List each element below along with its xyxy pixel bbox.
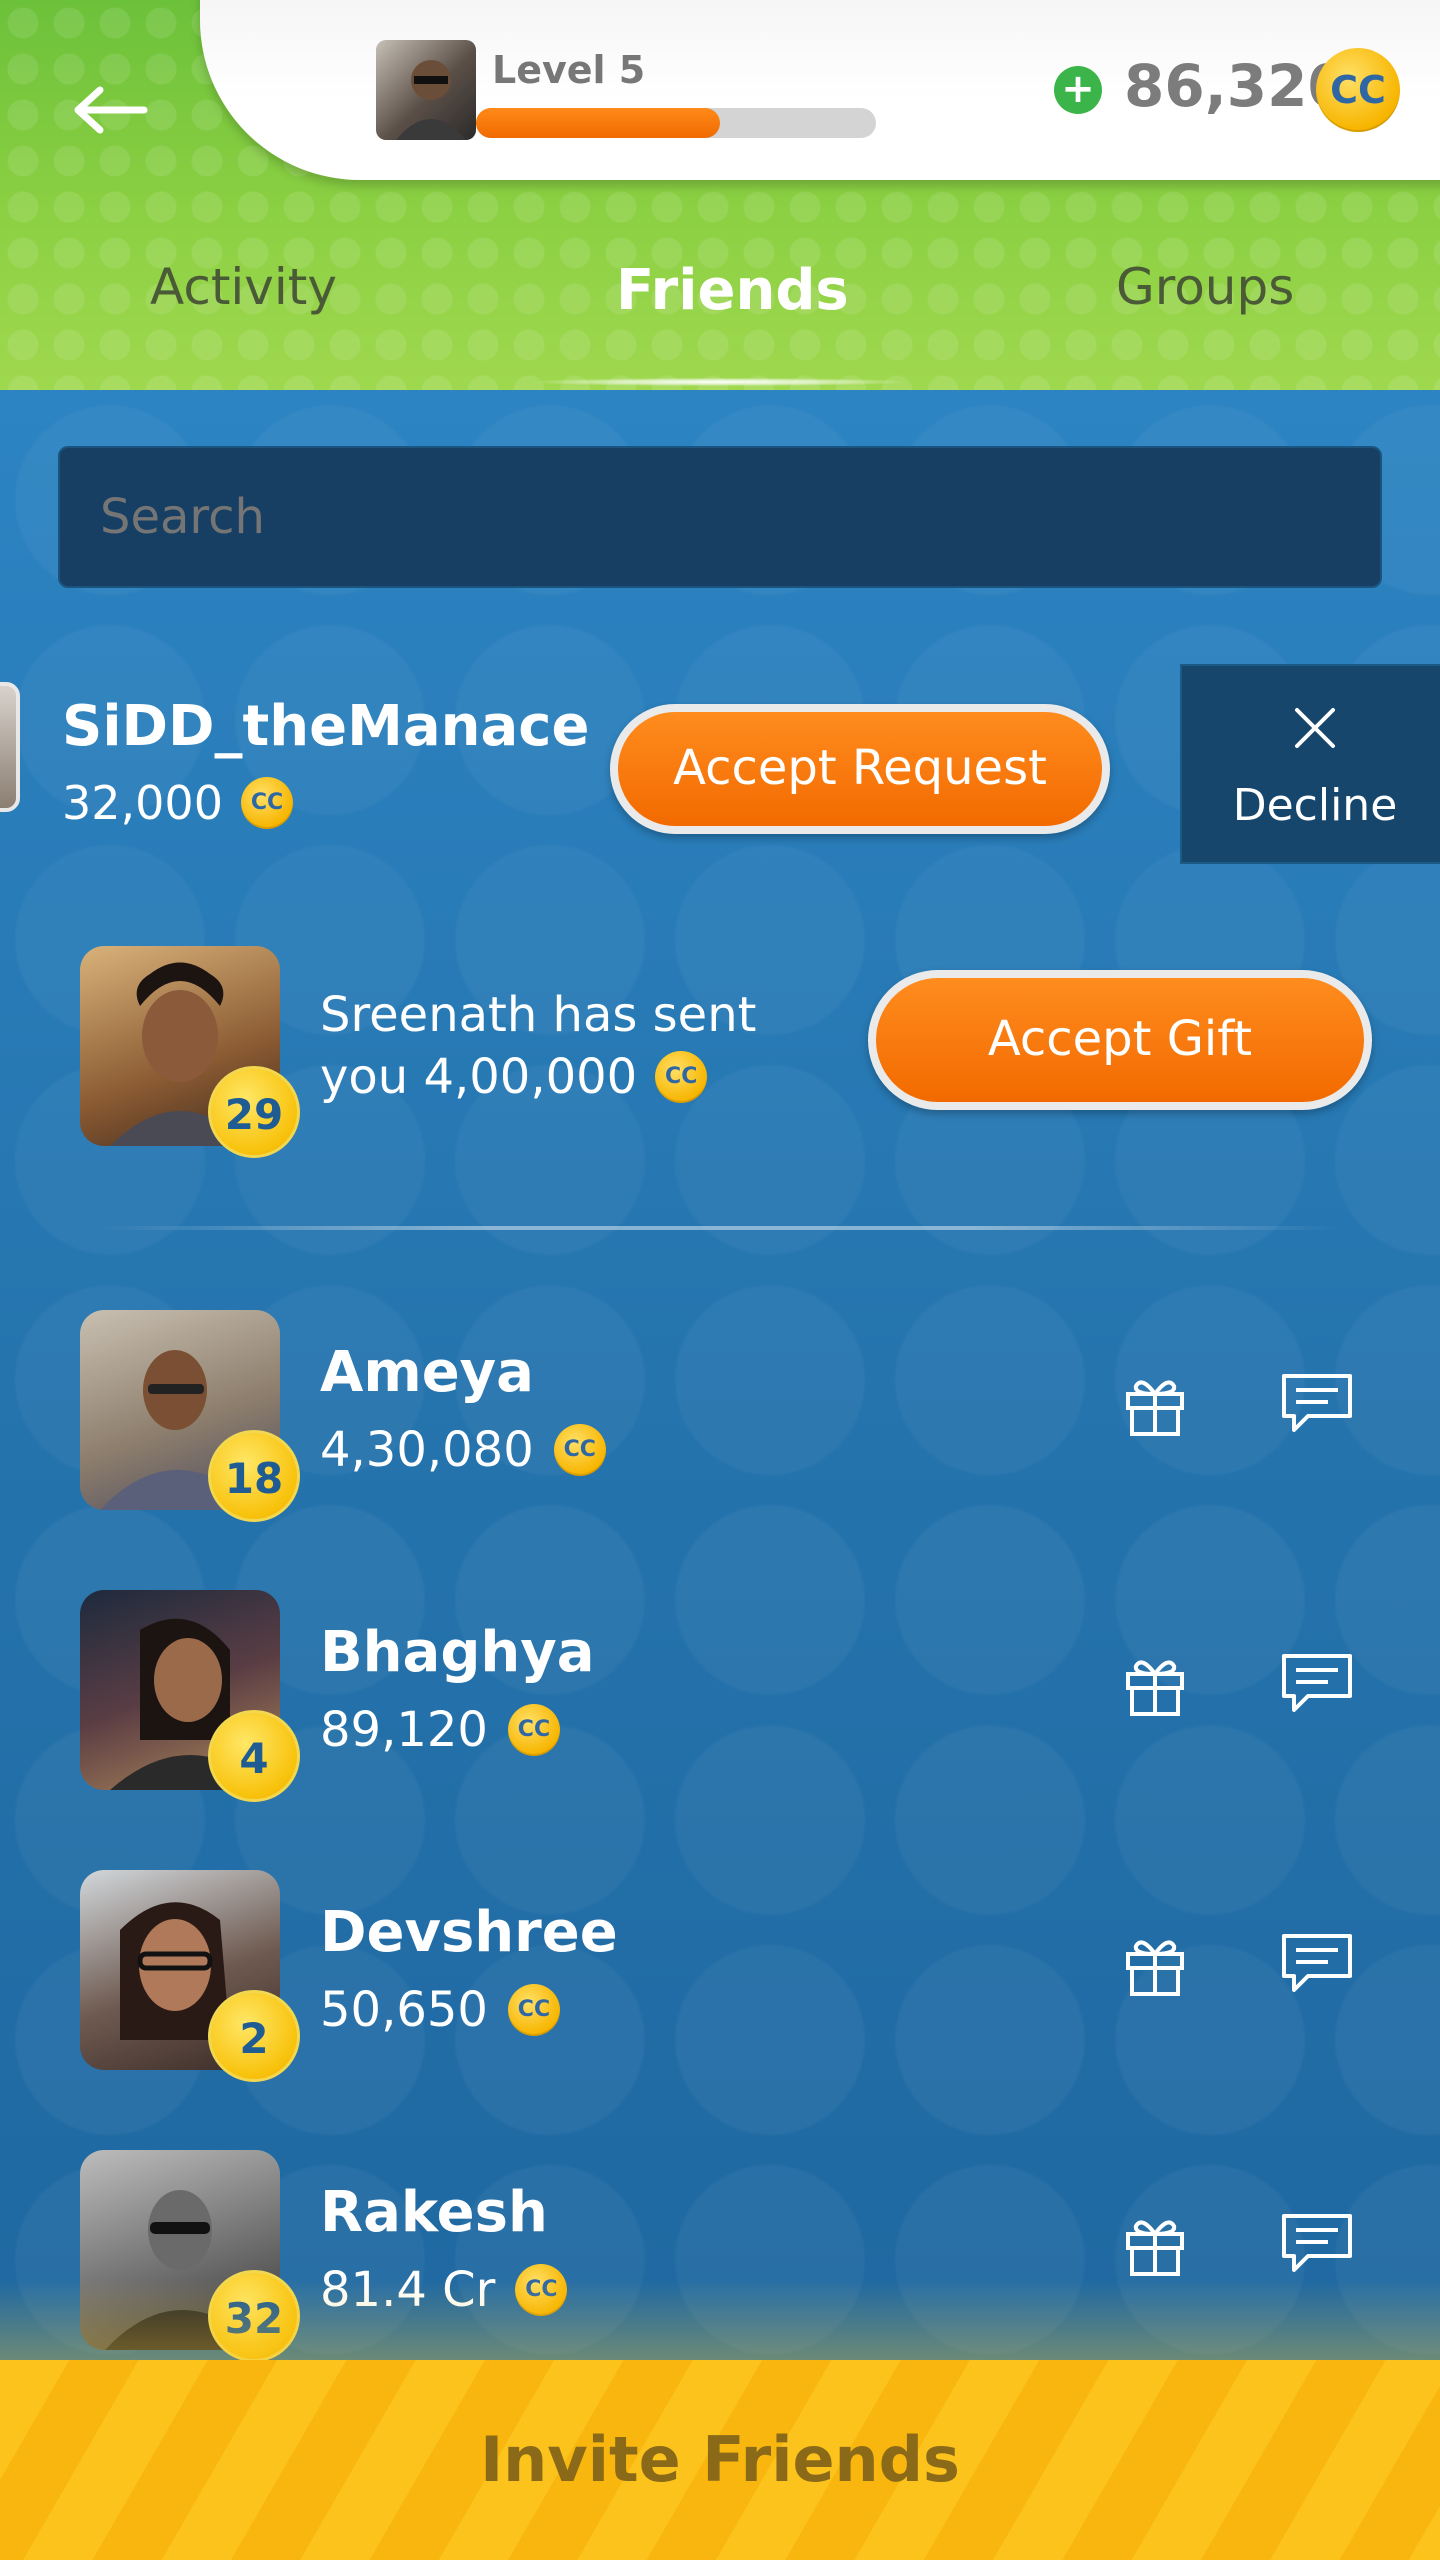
friend-name: Bhaghya (320, 1620, 595, 1685)
friend-name: Ameya (320, 1340, 534, 1405)
chat-icon (1282, 1374, 1352, 1432)
decline-label: Decline (1232, 780, 1398, 831)
gift-icon (1126, 1940, 1184, 1996)
friend-row[interactable]: 18 Ameya 4,30,080 CC (0, 1310, 1440, 1522)
footer-glow (0, 2280, 1440, 2360)
send-gift-button[interactable] (1120, 2210, 1200, 2290)
send-gift-button[interactable] (1120, 1370, 1200, 1450)
friend-coins-value: 50,650 (320, 1982, 488, 2038)
search-input[interactable] (58, 446, 1382, 588)
coin-balance: 86,320 (1124, 52, 1348, 120)
gift-icon (1126, 1660, 1184, 1716)
send-gift-button[interactable] (1120, 1650, 1200, 1730)
friend-coins: 89,120 CC (320, 1702, 560, 1758)
coin-icon: CC (553, 1424, 606, 1476)
chat-icon (1282, 1654, 1352, 1712)
level-label: Level 5 (492, 48, 646, 92)
decline-button[interactable]: Decline (1180, 664, 1440, 864)
message-button[interactable] (1280, 1370, 1360, 1450)
friends-panel: SiDD_theManace 32,000 CC Accept Request … (0, 390, 1440, 2360)
friend-row[interactable]: 2 Devshree 50,650 CC (0, 1870, 1440, 2082)
xp-progress-fill (476, 108, 720, 138)
send-gift-button[interactable] (1120, 1930, 1200, 2010)
request-coins-value: 32,000 (62, 776, 223, 830)
section-divider (100, 1226, 1340, 1230)
gift-message-line2: you 4,00,000 (320, 1049, 638, 1105)
level-badge: 29 (208, 1066, 300, 1158)
accept-gift-button[interactable]: Accept Gift (868, 970, 1372, 1110)
friend-coins: 50,650 CC (320, 1982, 560, 2038)
request-coins: 32,000 CC (62, 776, 293, 830)
coin-icon: CC (655, 1051, 708, 1103)
level-badge: 4 (208, 1710, 300, 1802)
coin-icon: CC (507, 1984, 560, 2036)
user-avatar-photo (396, 60, 466, 140)
invite-friends-label: Invite Friends (480, 2423, 960, 2496)
level-badge: 18 (208, 1430, 300, 1522)
coin-icon: CC (1316, 48, 1400, 132)
gift-icon (1126, 2220, 1184, 2276)
coin-icon: CC (507, 1704, 560, 1756)
accept-request-button[interactable]: Accept Request (610, 704, 1110, 834)
message-button[interactable] (1280, 2210, 1360, 2290)
arrow-left-icon (74, 86, 148, 134)
message-button[interactable] (1280, 1650, 1360, 1730)
level-badge: 2 (208, 1990, 300, 2082)
friend-row[interactable]: 4 Bhaghya 89,120 CC (0, 1590, 1440, 1802)
tab-bar: Activity Friends Groups (0, 240, 1440, 390)
back-button[interactable] (60, 70, 160, 150)
top-header: Level 5 + 86,320 CC Activity Friends Gro… (0, 0, 1440, 390)
request-name: SiDD_theManace (62, 694, 590, 759)
gift-message: Sreenath has sent you 4,00,000 CC (320, 984, 756, 1108)
friend-coins: 4,30,080 CC (320, 1422, 606, 1478)
gift-message-line1: Sreenath has sent (320, 987, 757, 1043)
chat-icon (1282, 2214, 1352, 2272)
friend-name: Rakesh (320, 2180, 548, 2245)
friend-coins-value: 89,120 (320, 1702, 488, 1758)
xp-progress-bar (476, 108, 876, 138)
friend-coins-value: 4,30,080 (320, 1422, 534, 1478)
user-avatar[interactable] (376, 40, 476, 140)
invite-friends-button[interactable]: Invite Friends (0, 2360, 1440, 2560)
gift-icon (1126, 1380, 1184, 1436)
gift-notification-row: 29 Sreenath has sent you 4,00,000 CC Acc… (0, 946, 1440, 1176)
friend-name: Devshree (320, 1900, 618, 1965)
message-button[interactable] (1280, 1930, 1360, 2010)
friend-request-row: SiDD_theManace 32,000 CC Accept Request … (0, 664, 1440, 864)
add-coins-button[interactable]: + (1054, 66, 1102, 114)
tab-groups[interactable]: Groups (1116, 258, 1294, 316)
tab-friends[interactable]: Friends (616, 258, 849, 323)
request-avatar (0, 682, 20, 812)
coin-icon: CC (240, 777, 293, 829)
active-tab-indicator (540, 378, 900, 386)
tab-activity[interactable]: Activity (150, 258, 337, 316)
close-icon (1182, 700, 1440, 760)
chat-icon (1282, 1934, 1352, 1992)
